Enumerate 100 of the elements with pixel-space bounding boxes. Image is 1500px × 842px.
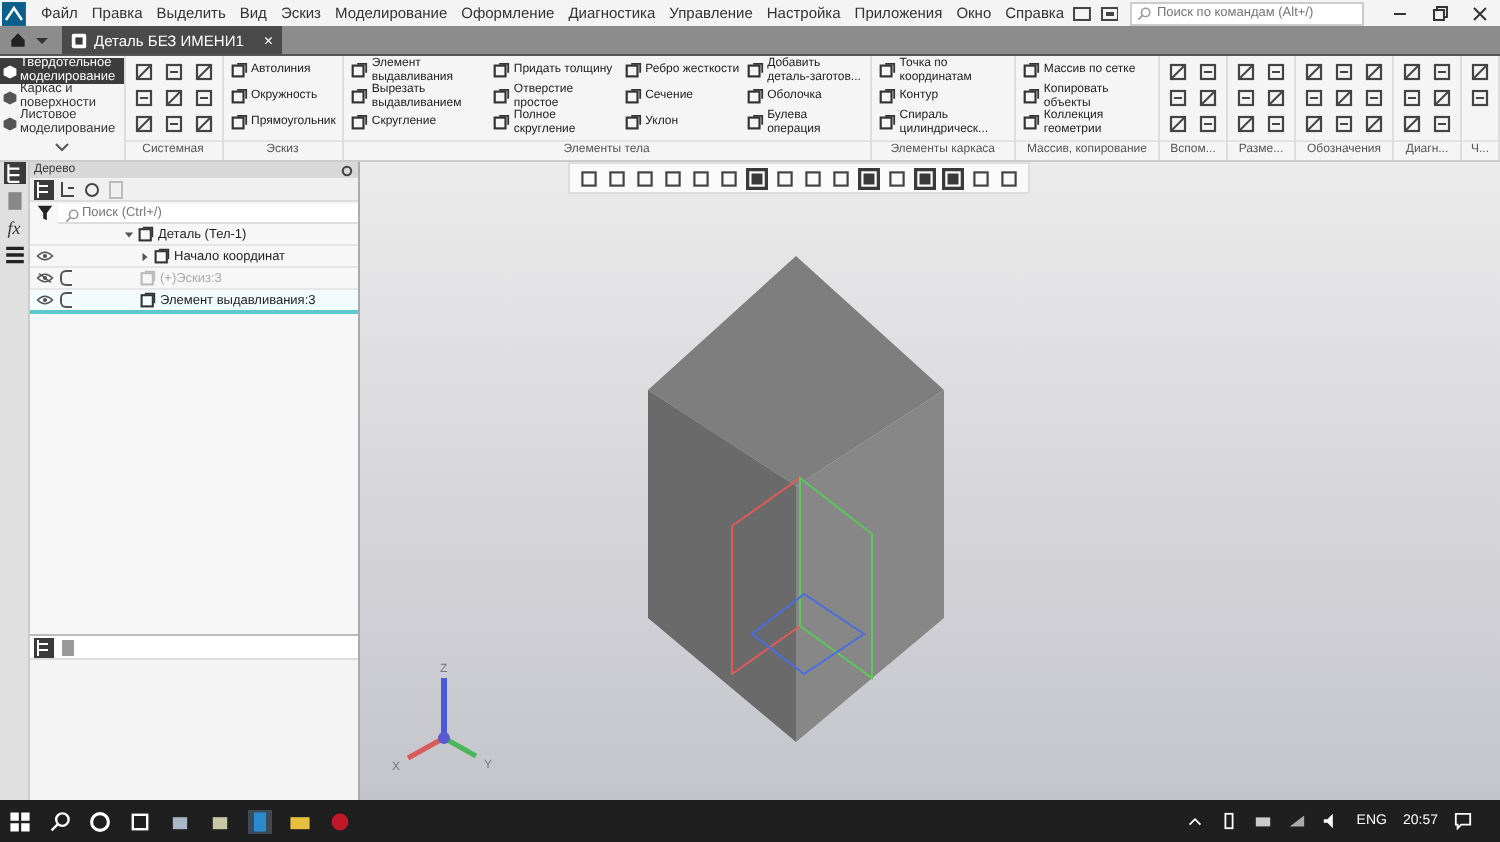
view-tool-icon[interactable] <box>578 167 600 189</box>
view-tool-icon[interactable] <box>606 167 628 189</box>
tool-icon[interactable] <box>1168 87 1189 107</box>
circle-icon[interactable] <box>88 809 112 833</box>
tool-icon[interactable] <box>1198 113 1219 133</box>
view-tool-icon[interactable] <box>634 167 656 189</box>
tool-icon[interactable] <box>1236 61 1257 81</box>
tool-icon[interactable] <box>133 61 153 81</box>
tool-icon[interactable] <box>1266 87 1287 107</box>
search-icon[interactable] <box>48 809 72 833</box>
shape-icon <box>877 114 896 132</box>
caret-icon[interactable] <box>53 142 70 154</box>
tool-icon[interactable] <box>1236 113 1257 133</box>
tool-icon[interactable] <box>1304 87 1325 107</box>
window-icon[interactable] <box>1071 3 1092 23</box>
tool-icon[interactable] <box>163 61 183 81</box>
shape-icon <box>349 114 368 132</box>
windows-start-icon[interactable] <box>8 809 32 833</box>
view-tool-icon[interactable] <box>662 167 684 189</box>
shape-icon <box>1021 88 1040 106</box>
tool-icon[interactable] <box>1432 61 1453 81</box>
shape-icon <box>623 88 642 106</box>
part-icon <box>70 31 88 49</box>
tool-icon[interactable] <box>1168 113 1189 133</box>
shape-icon <box>229 114 247 132</box>
tool-icon[interactable] <box>1198 61 1219 81</box>
tool-icon[interactable] <box>1236 87 1257 107</box>
tab-close-button[interactable]: × <box>263 31 274 49</box>
tool-icon[interactable] <box>133 113 153 133</box>
tree-icon[interactable] <box>34 179 54 199</box>
tool-icon[interactable] <box>1364 113 1385 133</box>
shape-icon <box>1021 62 1040 80</box>
caret-icon[interactable] <box>1186 812 1205 830</box>
notification-icon[interactable] <box>1454 812 1472 830</box>
tool-icon[interactable] <box>1402 113 1423 133</box>
expander-icon[interactable] <box>140 251 150 261</box>
shape-icon <box>1021 114 1040 132</box>
settings-icon[interactable] <box>340 163 354 177</box>
tool-icon[interactable] <box>1470 61 1491 81</box>
tool-icon[interactable] <box>1402 87 1423 107</box>
view-tool-icon[interactable] <box>998 167 1020 189</box>
window-icon[interactable] <box>1099 3 1119 23</box>
tool-icon[interactable] <box>1470 87 1491 107</box>
restore-icon[interactable] <box>1430 3 1451 23</box>
tool-icon[interactable] <box>1334 87 1355 107</box>
tree-node-icon <box>154 248 170 264</box>
tool-icon[interactable] <box>1334 113 1355 133</box>
view-tool-icon[interactable] <box>970 167 992 189</box>
tool-icon[interactable] <box>163 87 183 107</box>
tool-icon[interactable] <box>1304 113 1325 133</box>
shape-icon <box>623 62 642 80</box>
view-tool-icon[interactable] <box>718 167 740 189</box>
tool-icon[interactable] <box>1432 87 1453 107</box>
view-tool-icon[interactable] <box>774 167 796 189</box>
tool-icon[interactable] <box>1266 113 1287 133</box>
tree-node-icon <box>140 292 156 308</box>
search-icon <box>1136 5 1153 21</box>
tool-icon[interactable] <box>1364 61 1385 81</box>
tool-icon[interactable] <box>133 87 153 107</box>
home-icon[interactable] <box>8 30 28 50</box>
app-icon[interactable] <box>248 809 272 833</box>
tool-icon[interactable] <box>1432 113 1453 133</box>
shape-icon <box>745 62 764 80</box>
tool-icon[interactable] <box>1198 87 1219 107</box>
tool-icon[interactable] <box>1168 61 1189 81</box>
tool-icon[interactable] <box>1364 87 1385 107</box>
tree-icon[interactable] <box>34 637 54 657</box>
axis-triad-drawing <box>406 678 478 761</box>
view-tool-icon[interactable] <box>802 167 824 189</box>
tree-icon[interactable] <box>3 162 25 184</box>
shape-icon <box>877 88 896 106</box>
formula-icon[interactable]: fx <box>7 218 21 238</box>
eye-icon[interactable] <box>36 294 54 306</box>
view-tool-icon[interactable] <box>886 167 908 189</box>
shape-icon <box>745 88 764 106</box>
structure-icon[interactable] <box>58 179 78 199</box>
tool-icon[interactable] <box>193 61 213 81</box>
shape-icon <box>623 114 642 132</box>
tool-icon[interactable] <box>1266 61 1287 81</box>
crossed-eye-icon[interactable] <box>36 272 54 284</box>
shape-icon <box>491 114 510 132</box>
tool-icon[interactable] <box>1334 61 1355 81</box>
tool-icon[interactable] <box>193 113 213 133</box>
search-icon <box>64 207 80 223</box>
battery-icon[interactable] <box>1220 812 1239 830</box>
close-icon[interactable] <box>1470 3 1490 23</box>
tool-icon[interactable] <box>163 113 183 133</box>
eye-icon[interactable] <box>36 250 54 262</box>
menu-icon[interactable] <box>3 244 25 266</box>
expander-icon[interactable] <box>124 229 134 239</box>
tool-icon[interactable] <box>1304 61 1325 81</box>
shape-icon <box>229 62 247 80</box>
shape-icon <box>349 62 368 80</box>
shape-icon <box>491 88 510 106</box>
view-tool-icon[interactable] <box>830 167 852 189</box>
view-tool-icon[interactable] <box>690 167 712 189</box>
tool-icon[interactable] <box>1402 61 1423 81</box>
tree-node-icon <box>140 270 156 286</box>
tool-icon[interactable] <box>193 87 213 107</box>
task-view-icon[interactable] <box>128 809 152 833</box>
